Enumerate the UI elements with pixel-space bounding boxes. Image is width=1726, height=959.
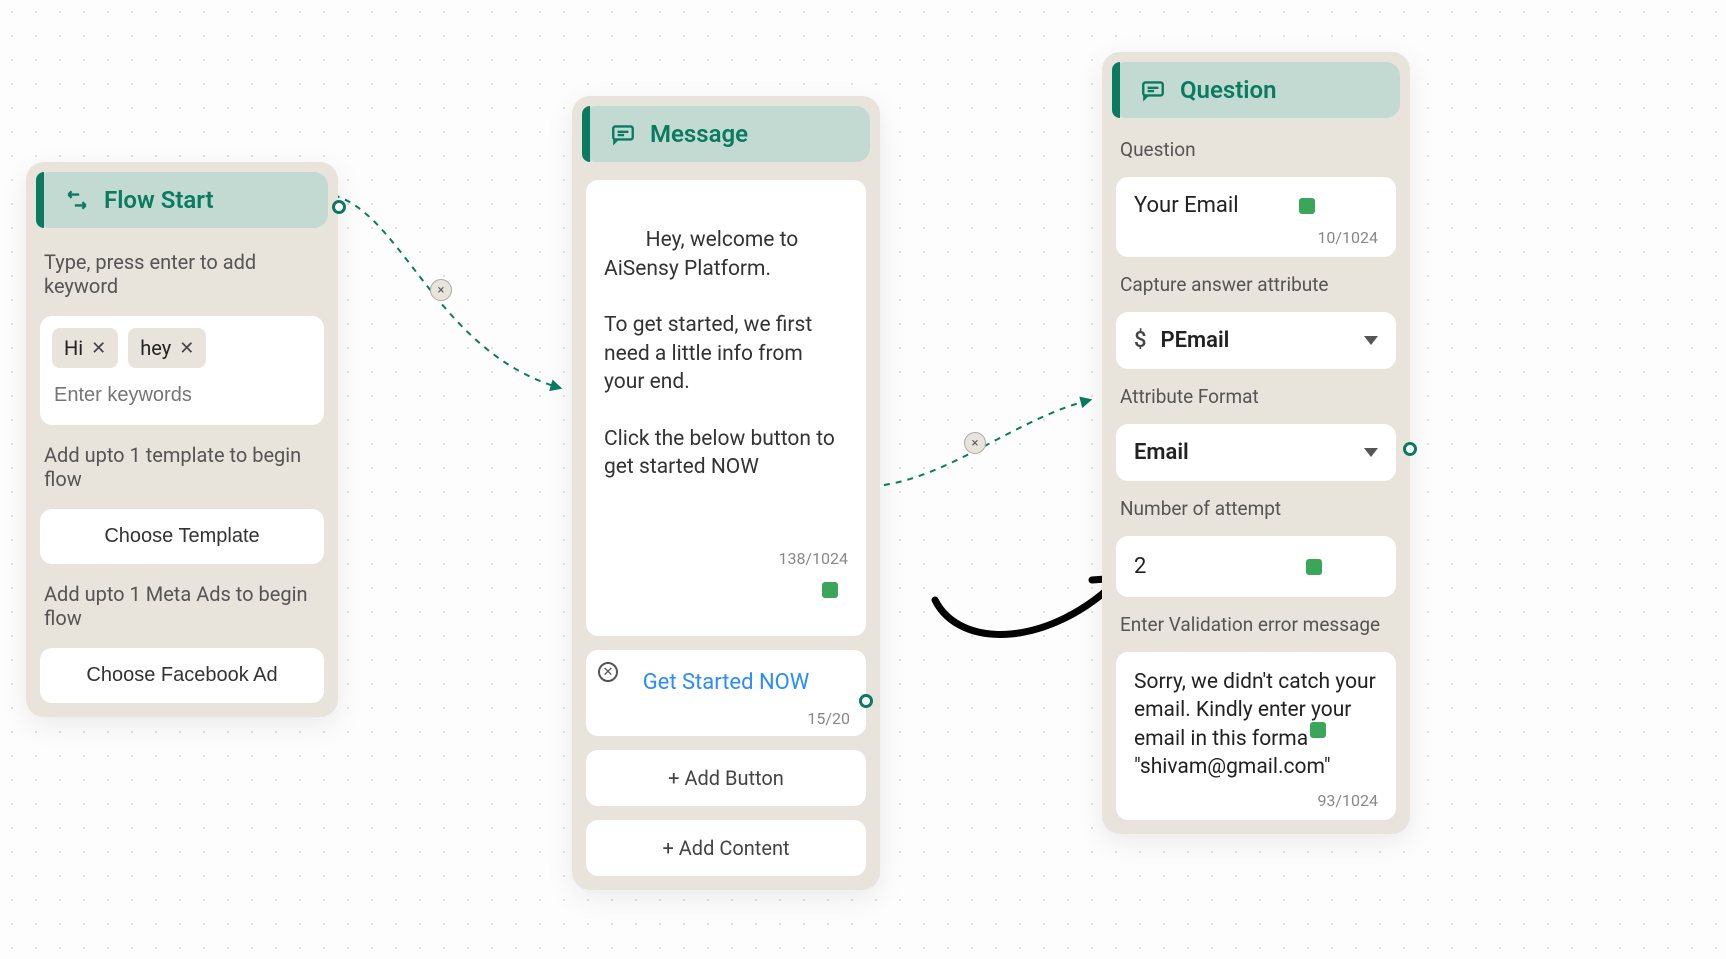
question-text-value: Your Email <box>1134 193 1239 218</box>
chevron-down-icon <box>1364 448 1378 457</box>
node-header-question: Question <box>1112 62 1400 118</box>
attempt-value: 2 <box>1134 554 1146 579</box>
node-flow-start[interactable]: Flow Start Type, press enter to add keyw… <box>26 162 338 717</box>
attempt-label: Number of attempt <box>1116 495 1396 522</box>
node-header-message: Message <box>582 106 870 162</box>
add-content-row[interactable]: + Add Content <box>586 820 866 876</box>
delete-edge-1[interactable]: × <box>430 279 452 301</box>
question-field-label: Question <box>1116 136 1396 163</box>
chevron-down-icon <box>1364 336 1378 345</box>
node-title: Message <box>650 120 748 148</box>
meta-hint: Add upto 1 Meta Ads to begin flow <box>40 578 324 634</box>
choose-facebook-ad-button[interactable]: Choose Facebook Ad <box>40 648 324 703</box>
variable-marker[interactable] <box>1299 198 1315 214</box>
output-port-button[interactable] <box>859 694 873 708</box>
variable-marker[interactable] <box>1310 722 1326 738</box>
node-title: Question <box>1180 76 1276 104</box>
header-accent <box>1112 62 1120 118</box>
delete-edge-2[interactable]: × <box>964 432 986 454</box>
header-accent <box>582 106 590 162</box>
flow-start-icon <box>64 187 90 213</box>
template-hint: Add upto 1 template to begin flow <box>40 439 324 495</box>
capture-attribute-label: Capture answer attribute <box>1116 271 1396 298</box>
node-header-flow-start: Flow Start <box>36 172 328 228</box>
message-reply-button[interactable]: ✕ Get Started NOW 15/20 <box>586 650 866 736</box>
error-message-input[interactable]: Sorry, we didn't catch your email. Kindl… <box>1116 652 1396 820</box>
dollar-icon: $ <box>1134 328 1147 353</box>
question-icon <box>1140 77 1166 103</box>
reply-button-label: Get Started NOW <box>602 660 850 699</box>
variable-marker[interactable] <box>1306 559 1322 575</box>
node-message[interactable]: Message Hey, welcome to AiSensy Platform… <box>572 96 880 890</box>
message-body-counter: 138/1024 <box>604 538 848 570</box>
message-body-input[interactable]: Hey, welcome to AiSensy Platform. To get… <box>586 180 866 636</box>
chip-label: Hi <box>64 336 83 360</box>
error-message-counter: 93/1024 <box>1134 781 1378 810</box>
add-button-row[interactable]: + Add Button <box>586 750 866 806</box>
capture-attribute-value: PEmail <box>1161 328 1230 353</box>
keyword-hint: Type, press enter to add keyword <box>40 246 324 302</box>
keyword-chipbox[interactable]: Hi ✕ hey ✕ <box>40 316 324 425</box>
message-body-text: Hey, welcome to AiSensy Platform. To get… <box>604 228 840 479</box>
message-icon <box>610 121 636 147</box>
choose-template-button[interactable]: Choose Template <box>40 509 324 564</box>
remove-chip-icon[interactable]: ✕ <box>91 338 106 359</box>
question-text-input[interactable]: Your Email 10/1024 <box>1116 177 1396 257</box>
error-message-label: Enter Validation error message <box>1116 611 1396 638</box>
output-port-question[interactable] <box>1403 442 1417 456</box>
keyword-input[interactable] <box>52 378 312 413</box>
header-accent <box>36 172 44 228</box>
keyword-chip: hey ✕ <box>128 328 206 368</box>
keyword-chip: Hi ✕ <box>52 328 118 368</box>
attempt-input[interactable]: 2 <box>1116 536 1396 597</box>
attribute-format-select[interactable]: Email <box>1116 424 1396 481</box>
question-text-counter: 10/1024 <box>1134 218 1378 247</box>
output-port-flow-start[interactable] <box>332 200 346 214</box>
reply-button-counter: 15/20 <box>602 699 850 728</box>
attribute-format-label: Attribute Format <box>1116 383 1396 410</box>
chip-label: hey <box>140 336 171 360</box>
capture-attribute-select[interactable]: $ PEmail <box>1116 312 1396 369</box>
attribute-format-value: Email <box>1134 440 1189 465</box>
node-title: Flow Start <box>104 186 214 214</box>
error-message-value: Sorry, we didn't catch your email. Kindl… <box>1134 670 1381 779</box>
remove-chip-icon[interactable]: ✕ <box>179 338 194 359</box>
node-question[interactable]: Question Question Your Email 10/1024 Cap… <box>1102 52 1410 834</box>
variable-marker[interactable] <box>822 582 838 598</box>
